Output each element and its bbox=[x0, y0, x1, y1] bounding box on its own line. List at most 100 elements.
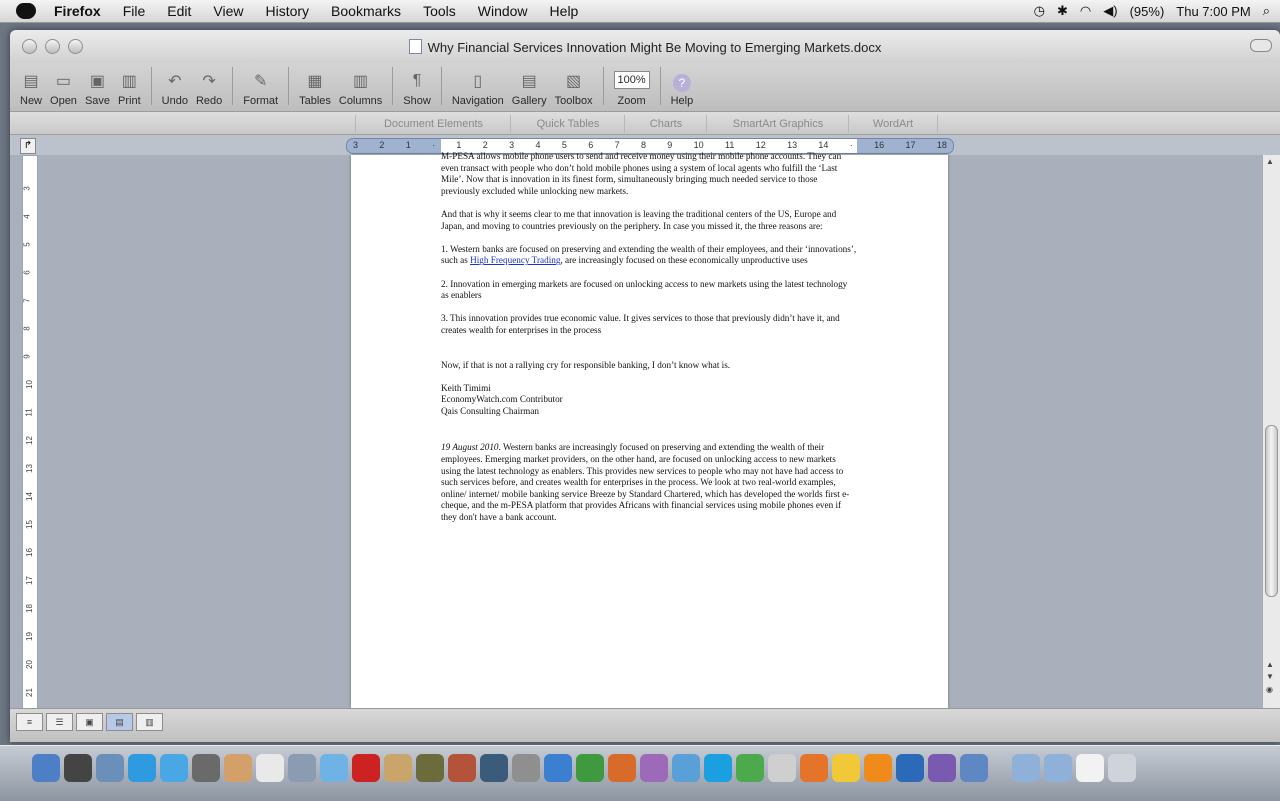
finder-icon[interactable] bbox=[32, 754, 60, 782]
spaces-icon[interactable] bbox=[928, 754, 956, 782]
photo-booth-icon[interactable] bbox=[352, 754, 380, 782]
help-button[interactable]: ? Help bbox=[671, 74, 693, 111]
tab-smartart-graphics[interactable]: SmartArt Graphics bbox=[706, 115, 849, 133]
time-machine-dock-icon[interactable] bbox=[480, 754, 508, 782]
document-stack-icon[interactable] bbox=[1076, 754, 1104, 782]
word-icon[interactable] bbox=[544, 754, 572, 782]
firefox-icon[interactable] bbox=[800, 754, 828, 782]
columns-button[interactable]: ▥ Columns bbox=[339, 70, 382, 111]
ichat-icon[interactable] bbox=[160, 754, 188, 782]
menu-file[interactable]: File bbox=[123, 3, 146, 19]
battery-status[interactable]: (95%) bbox=[1130, 4, 1165, 19]
signature-company[interactable]: Qais Consulting Chairman bbox=[441, 406, 857, 418]
ical-icon[interactable] bbox=[256, 754, 284, 782]
tab-stop-selector[interactable]: ↱ bbox=[20, 138, 36, 154]
paragraph[interactable]: Now, if that is not a rallying cry for r… bbox=[441, 360, 857, 372]
excel-icon[interactable] bbox=[576, 754, 604, 782]
redo-label: Redo bbox=[195, 95, 223, 107]
applications-folder-icon[interactable] bbox=[1012, 754, 1040, 782]
draft-view-button[interactable]: ≡ bbox=[16, 713, 43, 731]
skype-icon[interactable] bbox=[704, 754, 732, 782]
list-item[interactable]: 3. This innovation provides true economi… bbox=[441, 313, 857, 336]
tab-document-elements[interactable]: Document Elements bbox=[355, 115, 511, 133]
undo-button[interactable]: ↶ Undo bbox=[162, 70, 188, 111]
address-book-icon[interactable] bbox=[224, 754, 252, 782]
documents-folder-icon[interactable] bbox=[1044, 754, 1072, 782]
paragraph[interactable]: M-PESA allows mobile phone users to send… bbox=[441, 151, 857, 197]
garageband-icon[interactable] bbox=[448, 754, 476, 782]
toolbox-button[interactable]: ▧ Toolbox bbox=[555, 70, 593, 111]
bluetooth-icon[interactable]: ✱ bbox=[1057, 3, 1068, 19]
paragraph[interactable]: And that is why it seems clear to me tha… bbox=[441, 209, 857, 232]
system-preferences-icon[interactable] bbox=[512, 754, 540, 782]
mail-icon[interactable] bbox=[96, 754, 124, 782]
toolbar-toggle-button[interactable] bbox=[1250, 39, 1272, 52]
trash-icon[interactable] bbox=[1108, 754, 1136, 782]
print-layout-view-button[interactable]: ▤ bbox=[106, 713, 133, 731]
time-machine-icon[interactable]: ◷ bbox=[1034, 3, 1045, 19]
menu-edit[interactable]: Edit bbox=[167, 3, 191, 19]
open-button[interactable]: ▭ Open bbox=[50, 70, 77, 111]
vlc-icon[interactable] bbox=[864, 754, 892, 782]
zoom-field[interactable]: 100% bbox=[613, 71, 650, 89]
network-icon[interactable] bbox=[960, 754, 988, 782]
quicktime-icon[interactable] bbox=[896, 754, 924, 782]
outline-view-button[interactable]: ☰ bbox=[46, 713, 73, 731]
powerpoint-icon[interactable] bbox=[608, 754, 636, 782]
print-button[interactable]: ▥ Print bbox=[118, 70, 141, 111]
summary-paragraph[interactable]: 19 August 2010. Western banks are increa… bbox=[441, 442, 857, 523]
document-page[interactable]: M-PESA allows mobile phone users to send… bbox=[351, 151, 948, 708]
tab-wordart[interactable]: WordArt bbox=[848, 115, 938, 133]
navigation-button[interactable]: ▯ Navigation bbox=[452, 70, 504, 111]
apple-icon[interactable] bbox=[16, 3, 36, 19]
itunes-icon[interactable] bbox=[320, 754, 348, 782]
menu-bookmarks[interactable]: Bookmarks bbox=[331, 3, 401, 19]
menu-view[interactable]: View bbox=[213, 3, 243, 19]
adium-icon[interactable] bbox=[832, 754, 860, 782]
download-icon[interactable] bbox=[736, 754, 764, 782]
show-button[interactable]: ¶ Show bbox=[403, 70, 431, 111]
previous-page-icon[interactable]: ◉ bbox=[1266, 685, 1276, 694]
vertical-ruler-label: 18 bbox=[24, 604, 34, 613]
notebook-view-button[interactable]: ▥ bbox=[136, 713, 163, 731]
signature-name[interactable]: Keith Timimi bbox=[441, 383, 857, 395]
dashboard-icon[interactable] bbox=[64, 754, 92, 782]
gallery-button[interactable]: ▤ Gallery bbox=[512, 70, 547, 111]
new-button[interactable]: ▤ New bbox=[20, 70, 42, 111]
facetime-icon[interactable] bbox=[192, 754, 220, 782]
menu-history[interactable]: History bbox=[265, 3, 309, 19]
zoom-control[interactable]: 100% Zoom bbox=[613, 71, 650, 111]
publishing-view-button[interactable]: ▣ bbox=[76, 713, 103, 731]
menu-tools[interactable]: Tools bbox=[423, 3, 456, 19]
document-body[interactable]: M-PESA allows mobile phone users to send… bbox=[441, 151, 857, 535]
safari-icon[interactable] bbox=[128, 754, 156, 782]
spotlight-icon[interactable]: ⌕ bbox=[1263, 3, 1270, 19]
clock[interactable]: Thu 7:00 PM bbox=[1176, 4, 1250, 19]
list-item[interactable]: 1. Western banks are focused on preservi… bbox=[441, 244, 857, 267]
menu-window[interactable]: Window bbox=[478, 3, 528, 19]
entourage-icon[interactable] bbox=[640, 754, 668, 782]
scroll-up-arrow-icon[interactable]: ▲ bbox=[1266, 157, 1276, 166]
imovie-icon[interactable] bbox=[416, 754, 444, 782]
wifi-icon[interactable]: ◠ bbox=[1080, 3, 1091, 19]
format-button[interactable]: ✎ Format bbox=[243, 70, 278, 111]
calculator-icon[interactable] bbox=[768, 754, 796, 782]
scroll-down-arrow-icon[interactable]: ▼ bbox=[1266, 672, 1276, 681]
scroll-up-arrow-icon[interactable]: ▲ bbox=[1266, 660, 1276, 669]
list-item[interactable]: 2. Innovation in emerging markets are fo… bbox=[441, 279, 857, 302]
redo-button[interactable]: ↷ Redo bbox=[196, 70, 222, 111]
app-menu[interactable]: Firefox bbox=[54, 3, 101, 19]
preview-icon[interactable] bbox=[288, 754, 316, 782]
signature-title[interactable]: EconomyWatch.com Contributor bbox=[441, 394, 857, 406]
volume-icon[interactable]: ◀) bbox=[1103, 3, 1117, 19]
save-button[interactable]: ▣ Save bbox=[85, 70, 110, 111]
high-frequency-trading-link[interactable]: High Frequency Trading bbox=[470, 255, 560, 265]
iphoto-icon[interactable] bbox=[384, 754, 412, 782]
scroll-thumb[interactable] bbox=[1265, 425, 1278, 597]
messenger-icon[interactable] bbox=[672, 754, 700, 782]
vertical-scrollbar[interactable]: ▲ ▲ ▼ ◉ bbox=[1262, 155, 1280, 708]
menu-help[interactable]: Help bbox=[550, 3, 579, 19]
tab-charts[interactable]: Charts bbox=[624, 115, 707, 133]
tables-button[interactable]: ▦ Tables bbox=[299, 70, 331, 111]
tab-quick-tables[interactable]: Quick Tables bbox=[510, 115, 625, 133]
